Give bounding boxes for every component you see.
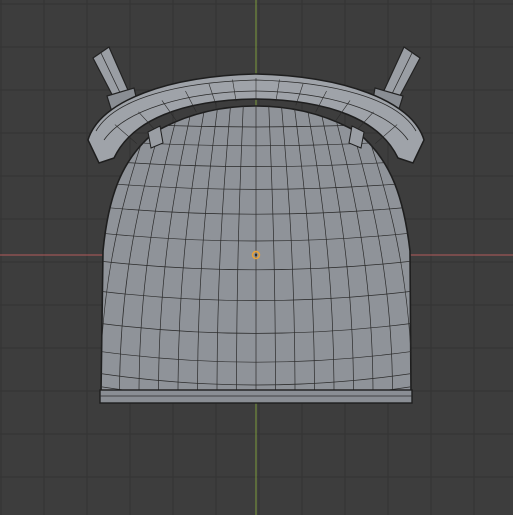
chair-seat-front-edge[interactable] [99, 389, 413, 404]
viewport-canvas[interactable] [0, 0, 513, 515]
chair-seat-shell[interactable] [90, 100, 422, 399]
3d-viewport[interactable] [0, 0, 513, 515]
